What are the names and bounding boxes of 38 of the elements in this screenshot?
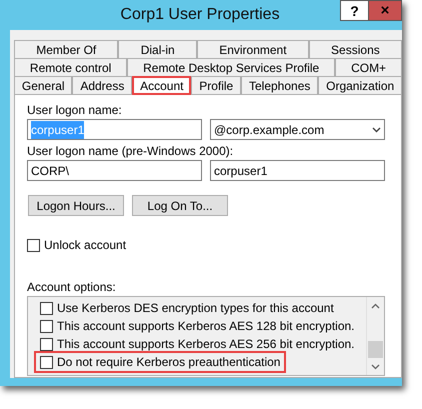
tab[interactable]: General <box>14 76 72 94</box>
input-field[interactable]: corpuser1 <box>210 160 385 181</box>
checkbox-label: Unlock account <box>44 237 126 254</box>
tab[interactable]: Profile <box>191 76 242 94</box>
tab[interactable]: Organization <box>318 76 402 94</box>
dialog-button[interactable]: Log On To... <box>132 195 228 216</box>
tab[interactable]: Telephones <box>241 76 318 94</box>
tab[interactable]: Remote Desktop Services Profile <box>127 58 336 76</box>
input-field[interactable]: CORP\ <box>27 160 202 181</box>
dialog-button[interactable]: Logon Hours... <box>28 195 124 216</box>
scroll-up-icon[interactable] <box>371 302 380 308</box>
tab[interactable]: Sessions <box>308 40 402 58</box>
close-button[interactable]: × <box>369 0 402 21</box>
tab[interactable]: Member Of <box>14 40 118 58</box>
checkbox-label: Use Kerberos DES encryption types for this account <box>57 300 334 317</box>
scroll-thumb[interactable] <box>368 341 383 358</box>
section-label: Account options: <box>27 280 117 295</box>
field-label: User logon name: <box>27 103 123 118</box>
tab[interactable]: Remote control <box>14 58 128 76</box>
help-button[interactable]: ? <box>340 0 369 21</box>
window-title: Corp1 User Properties <box>119 5 281 25</box>
chevron-down-icon <box>372 126 381 132</box>
scroll-down-icon[interactable] <box>371 364 380 370</box>
checkbox[interactable] <box>40 320 53 332</box>
checkbox-label: This account supports Kerberos AES 128 bit encryption. <box>57 318 354 335</box>
checkbox[interactable] <box>40 356 53 368</box>
checkbox-label: Do not require Kerberos preauthentication <box>57 354 280 371</box>
tab[interactable]: Environment <box>196 40 309 58</box>
checkbox[interactable] <box>27 238 40 252</box>
tab[interactable]: Account <box>132 76 192 95</box>
tab[interactable]: Address <box>72 76 132 94</box>
checkbox-label: This account supports Kerberos AES 256 bit encryption. <box>57 336 354 353</box>
checkbox[interactable] <box>40 338 53 350</box>
checkbox[interactable] <box>40 302 53 314</box>
field-label: User logon name (pre-Windows 2000): <box>27 144 234 159</box>
domain-dropdown[interactable]: @corp.example.com <box>210 119 385 140</box>
tab[interactable]: COM+ <box>335 58 402 76</box>
tab[interactable]: Dial-in <box>118 40 197 58</box>
